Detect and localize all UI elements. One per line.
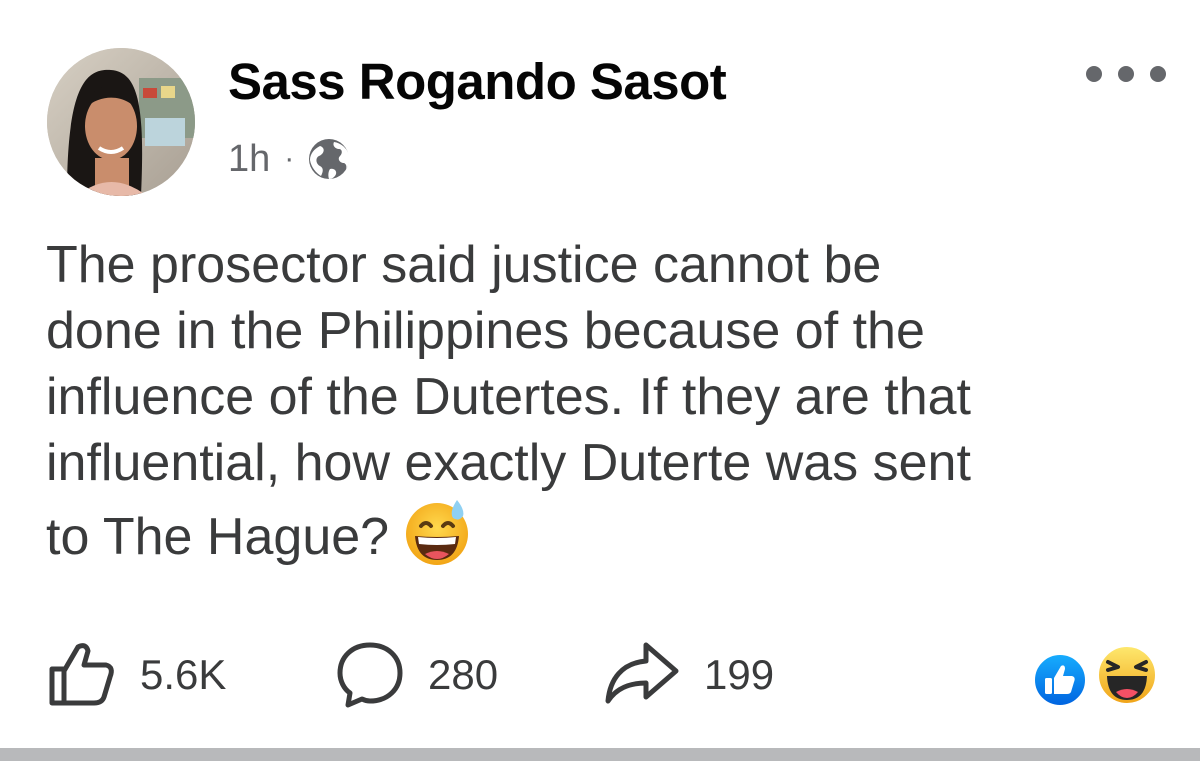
author-avatar[interactable] xyxy=(47,48,195,196)
post-actions: 5.6K 280 199 xyxy=(0,630,1200,720)
like-count: 5.6K xyxy=(140,651,227,698)
comment-bubble-icon xyxy=(334,637,406,714)
share-count: 199 xyxy=(704,651,775,698)
globe-icon[interactable] xyxy=(306,136,352,182)
share-arrow-icon xyxy=(602,637,682,714)
like-button[interactable]: 5.6K xyxy=(46,630,226,720)
share-button[interactable]: 199 xyxy=(602,630,774,720)
comment-count: 280 xyxy=(428,651,499,698)
facebook-post: Sass Rogando Sasot 1h · The prosector sa… xyxy=(0,0,1200,761)
comment-button[interactable]: 280 xyxy=(334,630,498,720)
post-text-line: influential, how exactly Duterte was sen… xyxy=(46,434,971,492)
meta-separator: · xyxy=(284,142,295,175)
thumbs-up-icon xyxy=(46,637,118,714)
more-dot xyxy=(1118,66,1134,82)
post-text: The prosector said justice cannot be don… xyxy=(46,232,1166,570)
more-options-icon[interactable] xyxy=(1086,56,1166,92)
haha-reaction-icon xyxy=(1094,642,1160,708)
like-reaction-icon xyxy=(1030,650,1090,710)
post-meta: 1h · xyxy=(228,136,352,182)
post-text-last-line: to The Hague? xyxy=(46,496,1166,570)
post-text-line: The prosector said justice cannot be xyxy=(46,236,882,294)
author-name[interactable]: Sass Rogando Sasot xyxy=(228,52,727,111)
post-text-line: done in the Philippines because of the xyxy=(46,302,925,360)
reactions-summary[interactable] xyxy=(1030,642,1162,710)
more-dot xyxy=(1086,66,1102,82)
more-dot xyxy=(1150,66,1166,82)
post-divider xyxy=(0,748,1200,761)
post-timestamp[interactable]: 1h xyxy=(228,138,270,181)
post-text-line: influence of the Dutertes. If they are t… xyxy=(46,368,971,426)
post-text-line: to The Hague? xyxy=(46,508,390,566)
grinning-face-with-sweat-emoji xyxy=(401,496,473,568)
